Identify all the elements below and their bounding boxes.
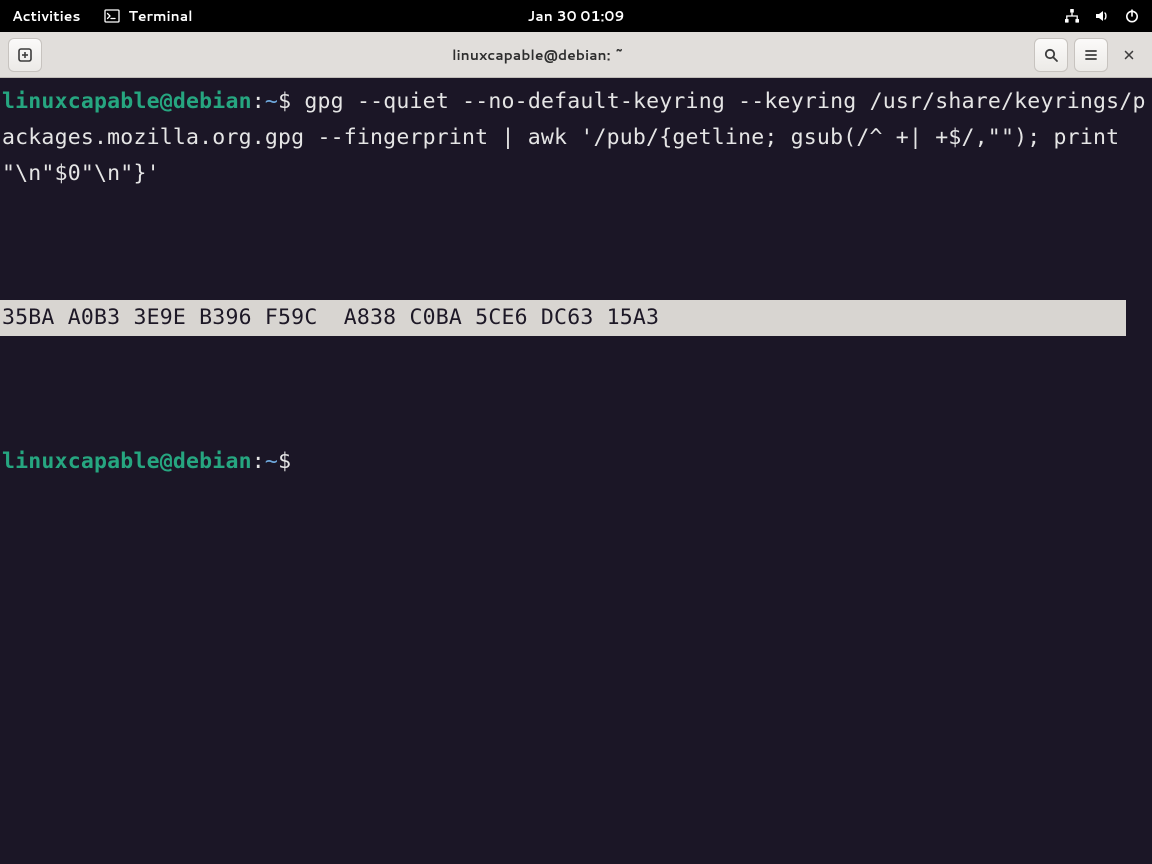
gnome-top-panel: Activities Terminal Jan 30 01:09 — [0, 0, 1152, 32]
volume-icon[interactable] — [1094, 8, 1110, 24]
search-button[interactable] — [1034, 38, 1068, 72]
prompt-symbol-2: $ — [278, 449, 291, 474]
clock-button[interactable]: Jan 30 01:09 — [528, 6, 625, 26]
prompt-path-2: ~ — [265, 449, 278, 474]
window-titlebar: linuxcapable@debian: ~ — [0, 32, 1152, 78]
prompt-symbol: $ — [278, 89, 291, 114]
network-icon[interactable] — [1064, 8, 1080, 24]
cursor-space — [291, 449, 304, 474]
active-app-label: Terminal — [128, 6, 192, 26]
close-button[interactable] — [1114, 40, 1144, 70]
blank-line-2 — [0, 372, 1152, 408]
menu-button[interactable] — [1074, 38, 1108, 72]
prompt-sep: : — [252, 89, 265, 114]
top-panel-left: Activities Terminal — [12, 6, 193, 26]
hamburger-icon — [1083, 47, 1099, 63]
search-icon — [1043, 47, 1059, 63]
clock-label: Jan 30 01:09 — [528, 6, 625, 26]
prompt-line-1: linuxcapable@debian:~$ gpg --quiet --no-… — [0, 84, 1152, 192]
prompt-line-2: linuxcapable@debian:~$ — [0, 444, 1152, 480]
activities-button[interactable]: Activities — [12, 6, 80, 26]
new-tab-button[interactable] — [8, 38, 42, 72]
power-icon[interactable] — [1124, 8, 1140, 24]
titlebar-left — [8, 38, 42, 72]
terminal-icon — [104, 8, 120, 24]
close-icon — [1122, 48, 1136, 62]
titlebar-right — [1034, 38, 1144, 72]
prompt-user-2: linuxcapable@debian — [2, 449, 252, 474]
active-app-indicator[interactable]: Terminal — [104, 6, 192, 26]
fingerprint-text: 35BA A0B3 3E9E B396 F59C A838 C0BA 5CE6 … — [2, 305, 659, 330]
terminal-viewport[interactable]: linuxcapable@debian:~$ gpg --quiet --no-… — [0, 78, 1152, 864]
activities-label: Activities — [12, 6, 80, 26]
top-panel-right — [1064, 8, 1140, 24]
prompt-user: linuxcapable@debian — [2, 89, 252, 114]
output-fingerprint-line: 35BA A0B3 3E9E B396 F59C A838 C0BA 5CE6 … — [0, 300, 1126, 336]
window-title: linuxcapable@debian: ~ — [42, 45, 1034, 65]
prompt-sep-2: : — [252, 449, 265, 474]
plus-icon — [17, 47, 33, 63]
blank-line-1 — [0, 228, 1152, 264]
prompt-path: ~ — [265, 89, 278, 114]
